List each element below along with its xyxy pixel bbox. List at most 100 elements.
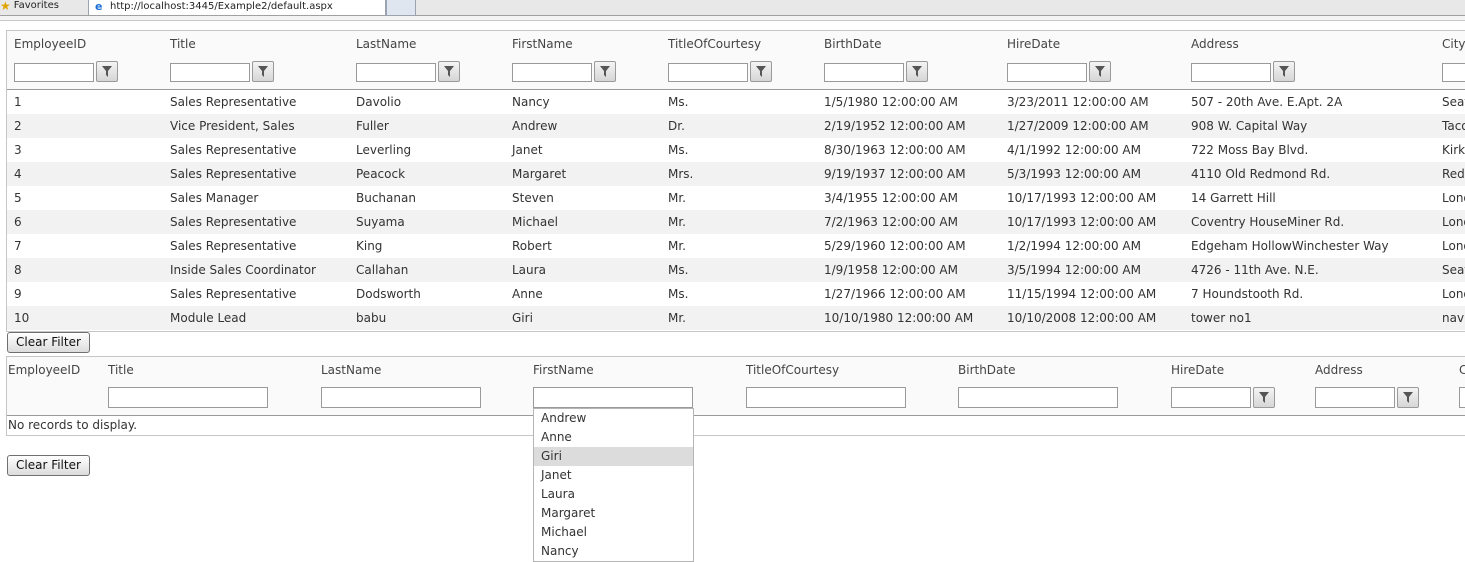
lastname-filter-button[interactable] [438,61,460,82]
table-row[interactable]: 4 Sales Representative Peacock Margaret Mrs.… [7,162,1465,186]
firstname-dropdown-list[interactable]: Andrew Anne Giri Janet Laura Margaret Michael N… [533,408,694,562]
cell-firstname: Giri [512,311,533,325]
dropdown-item-nancy[interactable]: Nancy [534,542,693,561]
firstname-filter-button[interactable] [594,61,616,82]
address-filter-input[interactable] [1191,63,1271,82]
ie-icon: e [95,0,103,13]
column-header-address[interactable]: Address [1191,31,1239,57]
hiredate-filter-button[interactable] [1253,387,1275,408]
column-header-employeeid[interactable]: EmployeeID [14,31,86,57]
city-filter-input[interactable] [1459,387,1465,408]
employeeid-filter-button[interactable] [96,61,118,82]
cell-address: 7 Houndstooth Rd. [1191,287,1304,301]
title-filter-input[interactable] [170,63,250,82]
table-row[interactable]: 9 Sales Representative Dodsworth Anne Ms. 1/2… [7,282,1465,306]
column-header-city[interactable]: City [1442,31,1465,57]
table-row[interactable]: 2 Vice President, Sales Fuller Andrew Dr. 2/1… [7,114,1465,138]
titleofcourtesy-filter-button[interactable] [750,61,772,82]
cell-birthdate: 10/10/1980 12:00:00 AM [824,311,974,325]
birthdate-filter-input[interactable] [824,63,904,82]
dropdown-item-anne[interactable]: Anne [534,428,693,447]
title-filter-input[interactable] [108,387,268,408]
cell-birthdate: 1/27/1966 12:00:00 AM [824,287,966,301]
grid-filter-row [7,57,1465,90]
column-header-address[interactable]: Address [1315,357,1363,383]
hiredate-filter-input[interactable] [1171,387,1251,408]
address-filter-button[interactable] [1397,387,1419,408]
cell-employeeid: 2 [14,119,22,133]
column-header-title[interactable]: Title [170,31,196,57]
clear-filter-button-1[interactable]: Clear Filter [7,332,90,353]
cell-employeeid: 1 [14,95,22,109]
column-header-lastname[interactable]: LastName [356,31,416,57]
dropdown-item-andrew[interactable]: Andrew [534,409,693,428]
birthdate-filter-button[interactable] [906,61,928,82]
column-header-employeeid[interactable]: EmployeeID [8,357,80,383]
cell-employeeid: 7 [14,239,22,253]
column-header-birthdate[interactable]: BirthDate [958,357,1016,383]
grid-header: EmployeeID Title LastName FirstName TitleOfC… [7,31,1465,58]
table-row[interactable]: 3 Sales Representative Leverling Janet Ms. 8/… [7,138,1465,162]
address-filter-button[interactable] [1273,61,1295,82]
cell-birthdate: 8/30/1963 12:00:00 AM [824,143,966,157]
column-header-titleofcourtesy[interactable]: TitleOfCourtesy [746,357,839,383]
column-header-hiredate[interactable]: HireDate [1007,31,1060,57]
address-filter-input[interactable] [1315,387,1395,408]
cell-employeeid: 5 [14,191,22,205]
new-tab-button[interactable] [386,0,416,16]
hiredate-filter-button[interactable] [1089,61,1111,82]
firstname-filter-input[interactable] [512,63,592,82]
column-header-city[interactable]: City [1459,357,1465,383]
cell-employeeid: 4 [14,167,22,181]
cell-title: Vice President, Sales [170,119,295,133]
dropdown-item-michael[interactable]: Michael [534,523,693,542]
dropdown-item-janet[interactable]: Janet [534,466,693,485]
title-filter-button[interactable] [252,61,274,82]
hiredate-filter-input[interactable] [1007,63,1087,82]
dropdown-item-laura[interactable]: Laura [534,485,693,504]
column-header-title[interactable]: Title [108,357,134,383]
dropdown-item-giri[interactable]: Giri [534,447,693,466]
table-row[interactable]: 8 Inside Sales Coordinator Callahan Laura Ms… [7,258,1465,282]
titleofcourtesy-filter-input[interactable] [668,63,748,82]
table-row[interactable]: 1 Sales Representative Davolio Nancy Ms. 1/5/… [7,90,1465,114]
column-header-titleofcourtesy[interactable]: TitleOfCourtesy [668,31,761,57]
cell-birthdate: 5/29/1960 12:00:00 AM [824,239,966,253]
table-row[interactable]: 6 Sales Representative Suyama Michael Mr. 7/2… [7,210,1465,234]
clear-filter-button-2[interactable]: Clear Filter [7,455,90,476]
column-header-firstname[interactable]: FirstName [512,31,573,57]
firstname-filter-input[interactable] [533,387,693,408]
table-row[interactable]: 5 Sales Manager Buchanan Steven Mr. 3/4/1955 … [7,186,1465,210]
cell-titleofcourtesy: Mrs. [668,167,694,181]
column-header-firstname[interactable]: FirstName [533,357,594,383]
column-header-hiredate[interactable]: HireDate [1171,357,1224,383]
cell-lastname: Dodsworth [356,287,421,301]
cell-hiredate: 5/3/1993 12:00:00 AM [1007,167,1141,181]
cell-titleofcourtesy: Ms. [668,263,689,277]
favorites-button[interactable]: ★ Favorites [0,0,59,15]
employees-grid: EmployeeID Title LastName FirstName TitleOfC… [6,30,1465,332]
city-filter-input[interactable] [1442,63,1465,82]
birthdate-filter-input[interactable] [958,387,1118,408]
cell-city: Redmond [1442,167,1465,181]
lastname-filter-input[interactable] [321,387,481,408]
table-row[interactable]: 10 Module Lead babu Giri Mr. 10/10/1980 12:00… [7,306,1465,330]
lastname-filter-input[interactable] [356,63,436,82]
cell-titleofcourtesy: Ms. [668,143,689,157]
table-row[interactable]: 7 Sales Representative King Robert Mr. 5/29/1… [7,234,1465,258]
cell-city: London [1442,239,1465,253]
cell-city: London [1442,215,1465,229]
cell-lastname: King [356,239,383,253]
cell-lastname: Buchanan [356,191,416,205]
grid-header: EmployeeID Title LastName FirstName TitleOfC… [7,357,1465,384]
column-header-birthdate[interactable]: BirthDate [824,31,882,57]
employeeid-filter-input[interactable] [14,63,94,82]
grid-filter-row [7,383,1465,416]
cell-address: 908 W. Capital Way [1191,119,1308,133]
column-header-lastname[interactable]: LastName [321,357,381,383]
browser-tab[interactable]: e http://localhost:3445/Example2/default… [88,0,386,15]
titleofcourtesy-filter-input[interactable] [746,387,906,408]
cell-lastname: Suyama [356,215,405,229]
dropdown-item-margaret[interactable]: Margaret [534,504,693,523]
cell-title: Sales Representative [170,167,297,181]
